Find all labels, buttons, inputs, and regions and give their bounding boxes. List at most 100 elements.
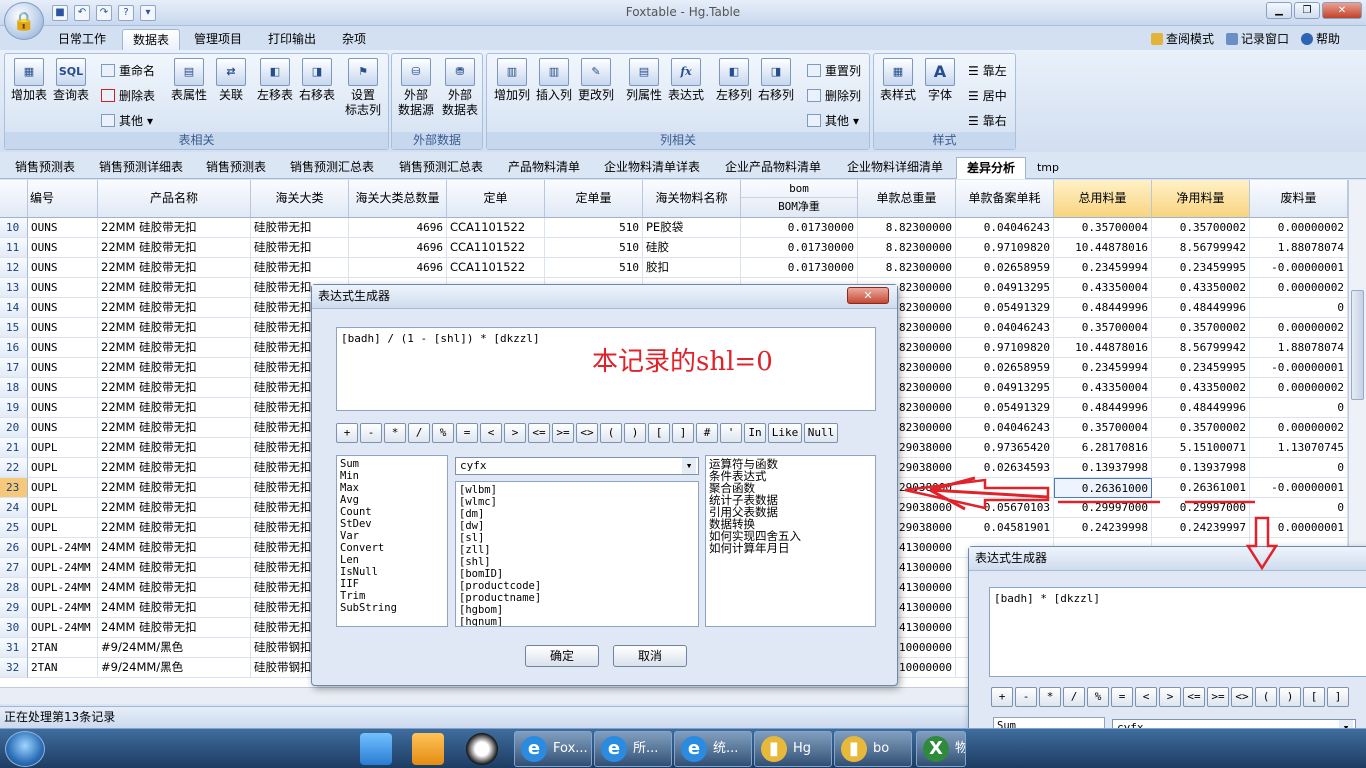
delete-col-button[interactable]: 删除列 [807,87,861,104]
table-row[interactable]: 10 OUNS 22MM 硅胶带无扣 硅胶带无扣 4696 CCA1101522 510 PE… [0,218,1348,238]
table-cell[interactable]: -0.00000001 [1250,478,1348,498]
table-cell[interactable]: 0.23459994 [1054,358,1152,378]
row-number[interactable]: 32 [0,658,28,678]
move-col-right-button[interactable]: ◨ 右移列 [754,58,798,103]
table-cell[interactable]: OUNS [28,358,98,378]
list-item[interactable]: Max [340,482,444,494]
move-table-right-button[interactable]: ◨ 右移表 [295,58,339,103]
record-window-link[interactable]: 记录窗口 [1225,30,1289,47]
row-number[interactable]: 13 [0,278,28,298]
expression-input[interactable]: [badh] * [dkzzl] [989,587,1366,677]
table-cell[interactable]: 0.00000001 [1250,518,1348,538]
qq-icon[interactable] [466,733,498,765]
table-cell[interactable]: OUNS [28,218,98,238]
table-cell[interactable]: 510 [545,238,643,258]
operator-button[interactable]: ( [600,423,622,443]
row-number[interactable]: 14 [0,298,28,318]
table-cell[interactable]: 0.04913295 [956,278,1054,298]
list-item[interactable]: IsNull [340,566,444,578]
help-icon[interactable]: ? [118,5,134,21]
table-cell[interactable]: OUNS [28,258,98,278]
help-topic-list[interactable]: 运算符与函数 条件表达式 聚合函数 统计子表数据 引用父表数据 数据转换 如何实现四舍五入如… [705,455,876,627]
table-cell[interactable]: 0.97365420 [956,438,1054,458]
table-cell[interactable]: 0.02658959 [956,358,1054,378]
operator-button[interactable]: ' [720,423,742,443]
row-number[interactable]: 21 [0,438,28,458]
tab-manage-project[interactable]: 管理项目 [184,29,252,50]
relations-button[interactable]: ⇄ 关联 [209,58,253,103]
table-cell[interactable]: PE胶袋 [643,218,741,238]
table-cell[interactable]: 22MM 硅胶带无扣 [98,358,251,378]
table-cell[interactable]: OUPL [28,438,98,458]
align-right-button[interactable]: ☰ 靠右 [968,112,1007,129]
col-header[interactable]: 产品名称 [98,180,251,218]
list-item[interactable]: [sl] [459,532,695,544]
operator-button[interactable]: = [1111,687,1133,707]
table-cell[interactable]: OUPL-24MM [28,538,98,558]
add-col-button[interactable]: ▥ 增加列 [490,58,534,103]
table-cell[interactable]: 0.29997000 [1054,498,1152,518]
operator-button[interactable]: In [744,423,766,443]
font-button[interactable]: A 字体 [918,58,962,103]
sheet-tab[interactable]: 企业产品物料清单 [712,157,834,179]
col-header[interactable]: 海关物料名称 [643,180,741,218]
list-item[interactable]: Convert [340,542,444,554]
table-cell[interactable]: 22MM 硅胶带无扣 [98,238,251,258]
table-cell[interactable]: OUPL [28,498,98,518]
table-cell[interactable]: 24MM 硅胶带无扣 [98,558,251,578]
operator-button[interactable]: < [480,423,502,443]
table-cell[interactable]: OUNS [28,238,98,258]
col-header[interactable]: 单款备案单耗 [956,180,1054,218]
table-cell[interactable]: 4696 [349,218,447,238]
table-cell[interactable]: 24MM 硅胶带无扣 [98,538,251,558]
table-cell[interactable]: 0.02658959 [956,258,1054,278]
operator-button[interactable]: % [1087,687,1109,707]
table-cell[interactable]: 0.01730000 [741,218,858,238]
list-item[interactable]: Min [340,470,444,482]
list-item[interactable]: [dw] [459,520,695,532]
table-cell[interactable]: 0.24239998 [1054,518,1152,538]
align-left-button[interactable]: ☰ 靠左 [968,62,1007,79]
col-header[interactable]: 净用料量 [1152,180,1250,218]
tab-daily-work[interactable]: 日常工作 [48,29,116,50]
start-button[interactable] [5,731,45,767]
table-cell[interactable]: 0.00000002 [1250,218,1348,238]
operator-button[interactable]: # [696,423,718,443]
list-item[interactable]: [wlmc] [459,496,695,508]
table-cell[interactable]: 0.23459994 [1054,258,1152,278]
add-table-button[interactable]: ▦ 增加表 [7,58,51,103]
table-cell[interactable]: CCA1101522 [447,218,545,238]
operator-button[interactable]: < [1135,687,1157,707]
operator-button[interactable]: <> [1231,687,1253,707]
operator-button[interactable]: ] [672,423,694,443]
table-cell[interactable]: 0.26361000 [1054,478,1152,498]
operator-button[interactable]: >= [552,423,574,443]
table-props-button[interactable]: ▤ 表属性 [167,58,211,103]
list-item[interactable]: [productcode] [459,580,695,592]
move-col-left-button[interactable]: ◧ 左移列 [712,58,756,103]
table-cell[interactable] [956,478,1054,498]
table-cell[interactable]: 8.82300000 [858,258,956,278]
expression-button[interactable]: fx 表达式 [664,58,708,103]
sheet-tab[interactable]: 销售预测详细表 [88,157,194,179]
sheet-tab[interactable]: 企业物料详细清单 [834,157,956,179]
move-table-left-button[interactable]: ◧ 左移表 [253,58,297,103]
cancel-button[interactable]: 取消 [613,645,687,667]
table-cell[interactable]: 0.04046243 [956,418,1054,438]
row-number[interactable]: 28 [0,578,28,598]
table-cell[interactable]: 0.35700002 [1152,218,1250,238]
table-cell[interactable]: 0.43350004 [1054,378,1152,398]
table-cell[interactable]: 0.23459995 [1152,358,1250,378]
list-item[interactable]: 如何计算年月日 [709,542,872,554]
field-list[interactable]: [wlbm] [wlmc] [dm] [dw] [sl] [zll] [shl] [bomID… [455,481,699,627]
taskbar-item[interactable]: e 所... [594,731,672,767]
operator-button[interactable]: > [1159,687,1181,707]
table-cell[interactable]: CCA1101522 [447,238,545,258]
list-item[interactable]: [wlbm] [459,484,695,496]
table-cell[interactable]: 4696 [349,258,447,278]
query-mode-link[interactable]: 查阅模式 [1150,30,1214,47]
table-cell[interactable]: 10.44878016 [1054,238,1152,258]
set-flag-col-button[interactable]: ⚑ 设置 标志列 [341,58,385,118]
sheet-tab[interactable]: 销售预测表 [2,157,88,179]
sheet-tab[interactable]: 企业物料清单详表 [592,157,712,179]
